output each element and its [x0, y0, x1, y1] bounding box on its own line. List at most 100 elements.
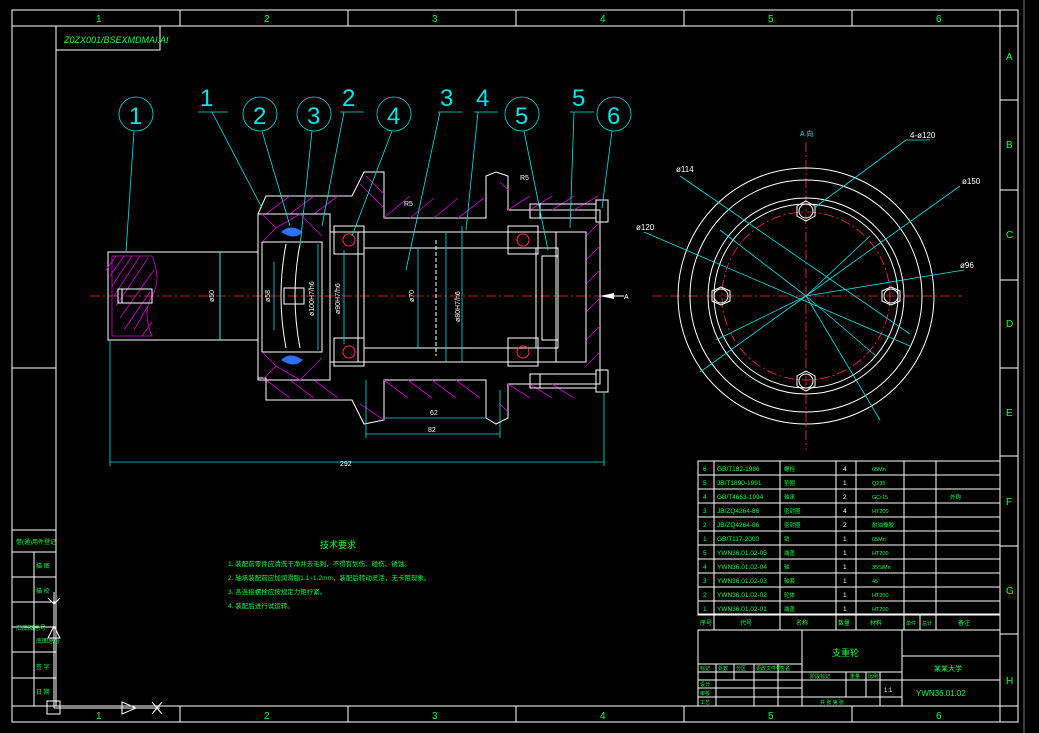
dim-d80: ø80H7/h6 — [455, 291, 462, 322]
strip-label-2: 描 校 — [36, 587, 50, 595]
dim-r5-left: R5 — [404, 201, 413, 208]
technical-requirements: 技术要求 1. 装配前零件应清洗干净并去毛刺，不得有划伤、碰伤、锈蚀。 2. 轴… — [228, 539, 430, 610]
view-a-marker: A — [624, 294, 629, 301]
balloon-5: 5 — [515, 103, 528, 130]
bom-cell-no: 2 — [703, 592, 707, 599]
leader-number-1: 1 — [200, 85, 213, 112]
bom-cell-name: 密封圈 — [784, 521, 801, 529]
tb-row-label-3: 更改文件号 — [756, 665, 781, 672]
bom-cell-code: YWN36.01.02-05 — [717, 550, 767, 557]
bom-header-total: 总计 — [922, 620, 932, 627]
bom-cell-no: 2 — [703, 522, 707, 529]
tb-row-label-4: 签名 — [780, 665, 790, 672]
bom-cell-no: 5 — [703, 480, 707, 487]
bom-row: 1 GB/T117-2000 销 1 65Mn — [703, 535, 886, 543]
company-name: 某某大学 — [934, 664, 962, 673]
dim-d70: ø70 — [409, 290, 416, 302]
strip-label-1: 描 图 — [36, 562, 50, 570]
bom-cell-code: GB/T117-2000 — [717, 536, 760, 543]
bom-row: 3 YWN36.01.02-03 轴套 1 45 — [703, 577, 878, 585]
tech-notes-heading: 技术要求 — [320, 539, 356, 550]
bom-cell-qty: 1 — [843, 606, 847, 613]
bom-row: 5 YWN36.01.02-05 端盖 1 HT200 — [703, 549, 889, 557]
bom-row: 5 JB/T1890-1991 垫圈 1 Q235 — [703, 479, 885, 487]
bom-cell-name: 垫圈 — [784, 479, 796, 487]
tech-note-1: 1. 装配前零件应清洗干净并去毛刺，不得有划伤、碰伤、锈蚀。 — [228, 559, 411, 568]
left-registration-strip: 借(通)用件登记 描 图 描 校 旧底图总号 底图总号 签 字 日 期 — [11, 529, 60, 707]
bom-cell-code: JB/ZQ4264-86 — [717, 508, 760, 515]
balloon-6: 6 — [607, 103, 620, 130]
balloon-1: 1 — [129, 103, 142, 130]
col-label-1-bottom: 1 — [96, 711, 102, 722]
bom-cell-name: 轮体 — [784, 591, 796, 599]
tb-row-label-2: 分区 — [736, 665, 746, 672]
tech-note-4: 4. 装配后进行试运转。 — [228, 601, 294, 610]
bom-row: 2 YWN36.01.02-02 轮体 1 HT200 — [703, 591, 889, 599]
bom-row: 4 GB/T4663-1994 轴承 2 GCr15 外购 — [703, 493, 962, 501]
dim-r5-right: R5 — [520, 175, 529, 182]
bom-cell-name: 端盖 — [784, 605, 796, 613]
callout-d96: ø96 — [960, 261, 974, 270]
bom-cell-no: 3 — [703, 578, 707, 585]
tb-stage-label-1: 重量 — [850, 673, 860, 680]
callout-d150: ø150 — [962, 177, 981, 186]
view-a-title: A 向 — [800, 129, 813, 138]
bom-header-material: 材料 — [870, 619, 882, 627]
balloon-4: 4 — [387, 103, 400, 130]
view-direction-arrow — [600, 293, 614, 299]
bom-cell-no: 3 — [703, 508, 707, 515]
bom-cell-mat: HT200 — [872, 607, 889, 613]
cad-drawing-canvas[interactable]: 1 2 3 4 5 6 1 2 3 4 5 6 A B C D E F G H … — [0, 0, 1039, 733]
bom-header-no: 序号 — [700, 619, 712, 627]
balloon-3: 3 — [307, 103, 320, 130]
col-label-6: 6 — [936, 14, 942, 25]
bom-cell-code: YWN36.01.02-04 — [717, 564, 767, 571]
tb-sign-label-0: 设计 — [700, 681, 710, 688]
col-label-5-bottom: 5 — [768, 711, 774, 722]
view-a: A 向 4-ø120 ø114 ø150 ø120 ø96 — [636, 129, 981, 450]
bom-row: 3 JB/ZQ4264-86 密封圈 4 HT200 — [703, 507, 889, 515]
row-zone-markers: A B C D E F G H — [12, 52, 1018, 687]
viewport-right-edge — [1022, 0, 1039, 733]
row-label-b: B — [1006, 140, 1013, 151]
row-label-a: A — [1006, 52, 1013, 63]
scale-value: 1:1 — [884, 688, 893, 694]
tb-sign-label-1: 审核 — [700, 690, 710, 697]
bom-cell-mat: HT200 — [872, 509, 889, 515]
bom-cell-mat: 45 — [872, 579, 878, 585]
strip-label-0: 借(通)用件登记 — [16, 538, 56, 546]
bill-of-materials: 6 GB/T182-1986 螺栓 4 65Mn 5 JB/T1890-1991 垫圈 1 Q23… — [697, 460, 1001, 631]
bom-cell-no: 4 — [703, 564, 707, 571]
bom-cell-no: 1 — [703, 536, 707, 543]
tb-row-label-0: 标记 — [700, 665, 710, 672]
section-view: 292 82 62 ø50 ø58 ø100H7/h6 ø90H7/h6 ø70… — [90, 171, 630, 468]
leader-number-3: 3 — [440, 85, 453, 112]
bom-cell-mat: 65Mn — [872, 537, 886, 543]
col-label-3-bottom: 3 — [432, 711, 438, 722]
bom-header-note: 备注 — [958, 619, 970, 627]
dimension-lines — [109, 232, 624, 466]
drawing-stamp-box: Z0ZX001/BSEXMDMAI.AI — [55, 25, 169, 51]
bom-cell-name: 轴套 — [784, 577, 796, 585]
bom-cell-code: YWN36.01.02-03 — [717, 578, 767, 585]
leader-number-5: 5 — [572, 85, 585, 112]
bom-row: 2 JB/ZQ4264-86 密封圈 2 耐油橡胶 — [703, 521, 895, 529]
bom-cell-name: 销 — [784, 535, 790, 543]
bom-cell-qty: 1 — [843, 480, 847, 487]
col-label-2-bottom: 2 — [264, 711, 270, 722]
bom-header-unit: 单件 — [906, 620, 916, 627]
bom-header-name: 名称 — [796, 619, 808, 627]
col-label-1: 1 — [96, 14, 102, 25]
col-label-4: 4 — [600, 14, 606, 25]
bom-cell-mat: Q235 — [872, 481, 885, 487]
bom-cell-code: GB/T4663-1994 — [717, 494, 764, 501]
bom-cell-qty: 1 — [843, 536, 847, 543]
bom-cell-code: JB/ZQ4264-86 — [717, 522, 760, 529]
bom-row: 4 YWN36.01.02-04 轴 1 35SiMn — [703, 563, 891, 571]
assembly-name: 支重轮 — [832, 647, 859, 658]
bom-cell-code: YWN36.01.02-02 — [717, 592, 767, 599]
bom-cell-no: 5 — [703, 550, 707, 557]
row-label-c: C — [1006, 230, 1013, 241]
bearing-right-top — [507, 225, 539, 255]
col-label-2: 2 — [264, 14, 270, 25]
